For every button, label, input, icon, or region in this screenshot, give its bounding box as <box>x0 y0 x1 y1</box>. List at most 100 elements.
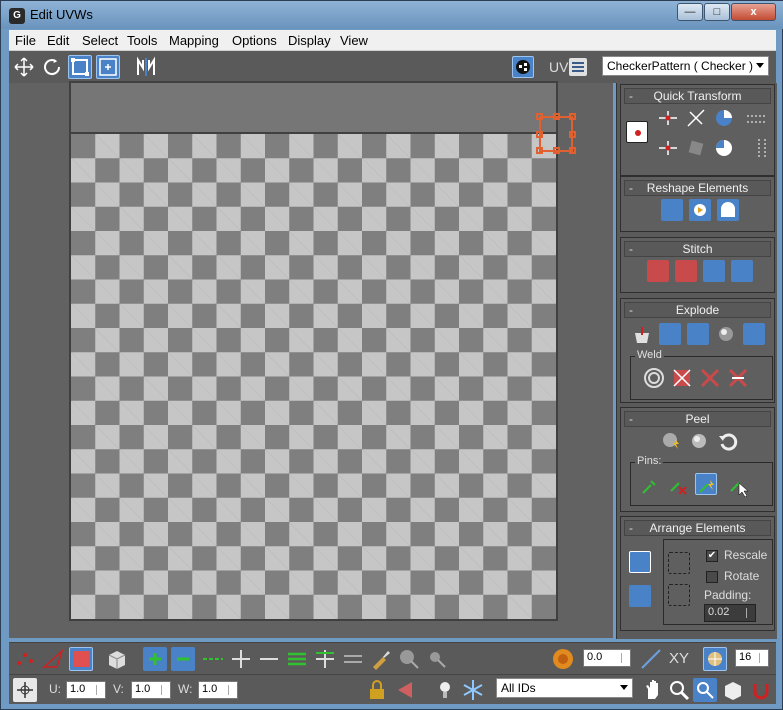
rotate-plus-90-icon[interactable] <box>713 107 735 129</box>
snap-icon[interactable] <box>749 678 773 702</box>
arrange-elements-header[interactable]: - Arrange Elements <box>624 520 771 536</box>
absolute-offset-icon[interactable] <box>13 678 37 702</box>
falloff-spinner[interactable]: 0.0 <box>583 649 631 667</box>
rescale-checkbox[interactable]: ✔ <box>706 550 718 562</box>
space-vertical-icon[interactable] <box>751 137 773 159</box>
pack-normalize-icon[interactable] <box>668 552 690 574</box>
padding-spinner[interactable]: 0.02 <box>704 604 756 622</box>
material-ids-dropdown[interactable]: All IDs <box>496 678 633 698</box>
menu-file[interactable]: File <box>15 33 36 48</box>
menu-tools[interactable]: Tools <box>127 33 157 48</box>
stitch-to-target-icon[interactable] <box>647 260 669 282</box>
falloff-curve-icon[interactable] <box>639 647 663 671</box>
align-vertical-icon[interactable] <box>657 137 679 159</box>
grow-loop-icon[interactable] <box>229 647 253 671</box>
peel-header[interactable]: - Peel <box>624 411 771 427</box>
zoom-region-icon[interactable] <box>693 678 717 702</box>
texture-list-icon[interactable] <box>569 58 587 76</box>
quick-peel-icon[interactable] <box>661 430 683 452</box>
collapse-toggle[interactable]: - <box>629 181 633 195</box>
enlarge-brush-icon[interactable] <box>397 647 421 671</box>
shrink-loop-icon[interactable] <box>257 647 281 671</box>
menu-options[interactable]: Options <box>232 33 277 48</box>
collapse-toggle[interactable]: - <box>629 521 633 535</box>
grow-selection-icon[interactable] <box>143 647 167 671</box>
texture-dropdown[interactable]: CheckerPattern ( Checker ) <box>602 56 769 76</box>
select-pinned-icon[interactable] <box>727 475 749 498</box>
grow-ring-icon[interactable] <box>313 647 337 671</box>
pan-icon[interactable] <box>641 678 665 702</box>
quick-transform-header[interactable]: - Quick Transform <box>624 88 771 104</box>
space-horizontal-icon[interactable] <box>745 107 767 129</box>
minimize-button[interactable]: — <box>677 3 703 21</box>
polygon-mode-icon[interactable] <box>69 647 93 671</box>
falloff-space-xy[interactable]: XY <box>669 650 689 667</box>
zoom-icon[interactable] <box>667 678 691 702</box>
edge-mode-icon[interactable] <box>41 647 65 671</box>
pin-selected-icon[interactable] <box>639 475 661 497</box>
shrink-selection-icon[interactable] <box>171 647 195 671</box>
flatten-by-smoothing-icon[interactable] <box>715 323 737 345</box>
pack-together-icon[interactable] <box>629 585 651 607</box>
collapse-toggle[interactable]: - <box>629 89 633 103</box>
relax-icon[interactable] <box>689 199 711 221</box>
freeze-icon[interactable] <box>461 678 485 702</box>
stitch-to-source-icon[interactable] <box>703 260 725 282</box>
move-tool-icon[interactable] <box>12 55 36 79</box>
weld-target-icon[interactable] <box>671 367 693 389</box>
title-bar[interactable]: G Edit UVWs — □ x <box>1 1 783 29</box>
align-diagonal-icon[interactable] <box>685 107 707 129</box>
menu-edit[interactable]: Edit <box>47 33 69 48</box>
reset-peel-icon[interactable] <box>717 430 739 452</box>
lock-selection-icon[interactable] <box>365 678 389 702</box>
flatten-by-polygon-icon[interactable] <box>687 323 709 345</box>
straighten-icon[interactable] <box>685 137 707 159</box>
flatten-by-material-icon[interactable] <box>743 323 765 345</box>
show-map-icon[interactable] <box>512 56 534 78</box>
rotate-tool-icon[interactable] <box>40 55 64 79</box>
peel-mode-icon[interactable] <box>689 430 711 452</box>
align-center-icon[interactable] <box>626 121 648 143</box>
uv-space-label[interactable]: UV <box>549 59 568 75</box>
vertex-mode-icon[interactable] <box>13 647 37 671</box>
mirror-tool-icon[interactable] <box>134 55 158 79</box>
weld-threshold-icon[interactable] <box>727 367 749 389</box>
u-spinner[interactable]: 1.0 <box>66 681 106 699</box>
grid-snap-icon[interactable] <box>703 647 727 671</box>
auto-pin-icon[interactable] <box>695 473 717 495</box>
relax-settings-icon[interactable] <box>717 199 739 221</box>
v-spinner[interactable]: 1.0 <box>131 681 171 699</box>
align-horizontal-icon[interactable] <box>657 107 679 129</box>
loop-icon[interactable] <box>201 647 225 671</box>
selection-gizmo[interactable] <box>536 113 576 154</box>
stitch-custom-icon[interactable] <box>731 260 753 282</box>
close-button[interactable]: x <box>731 3 776 21</box>
hide-icon[interactable] <box>433 678 457 702</box>
rotate-minus-90-icon[interactable] <box>713 137 735 159</box>
shrink-brush-icon[interactable] <box>425 647 449 671</box>
menu-view[interactable]: View <box>340 33 368 48</box>
break-icon[interactable] <box>631 325 653 347</box>
w-spinner[interactable]: 1.0 <box>198 681 238 699</box>
paint-select-icon[interactable] <box>369 647 393 671</box>
stitch-average-icon[interactable] <box>675 260 697 282</box>
collapse-toggle[interactable]: - <box>629 242 633 256</box>
weld-selected-icon[interactable] <box>643 367 665 389</box>
grid-size-spinner[interactable]: 16 <box>735 649 769 667</box>
collapse-toggle[interactable]: - <box>629 303 633 317</box>
explode-header[interactable]: - Explode <box>624 302 771 318</box>
menu-display[interactable]: Display <box>288 33 331 48</box>
straighten-selection-icon[interactable] <box>661 199 683 221</box>
select-by-element-icon[interactable] <box>105 647 129 671</box>
freeform-tool-icon[interactable] <box>96 55 120 79</box>
reshape-elements-header[interactable]: - Reshape Elements <box>624 180 771 196</box>
pack-rescale-icon[interactable] <box>668 584 690 606</box>
rotate-checkbox[interactable] <box>706 571 718 583</box>
pack-custom-icon[interactable] <box>629 551 651 573</box>
ring-icon[interactable] <box>285 647 309 671</box>
zoom-extents-icon[interactable] <box>721 678 745 702</box>
stitch-header[interactable]: - Stitch <box>624 241 771 257</box>
detach-edge-icon[interactable] <box>659 323 681 345</box>
weld-all-icon[interactable] <box>699 367 721 389</box>
menu-select[interactable]: Select <box>82 33 118 48</box>
